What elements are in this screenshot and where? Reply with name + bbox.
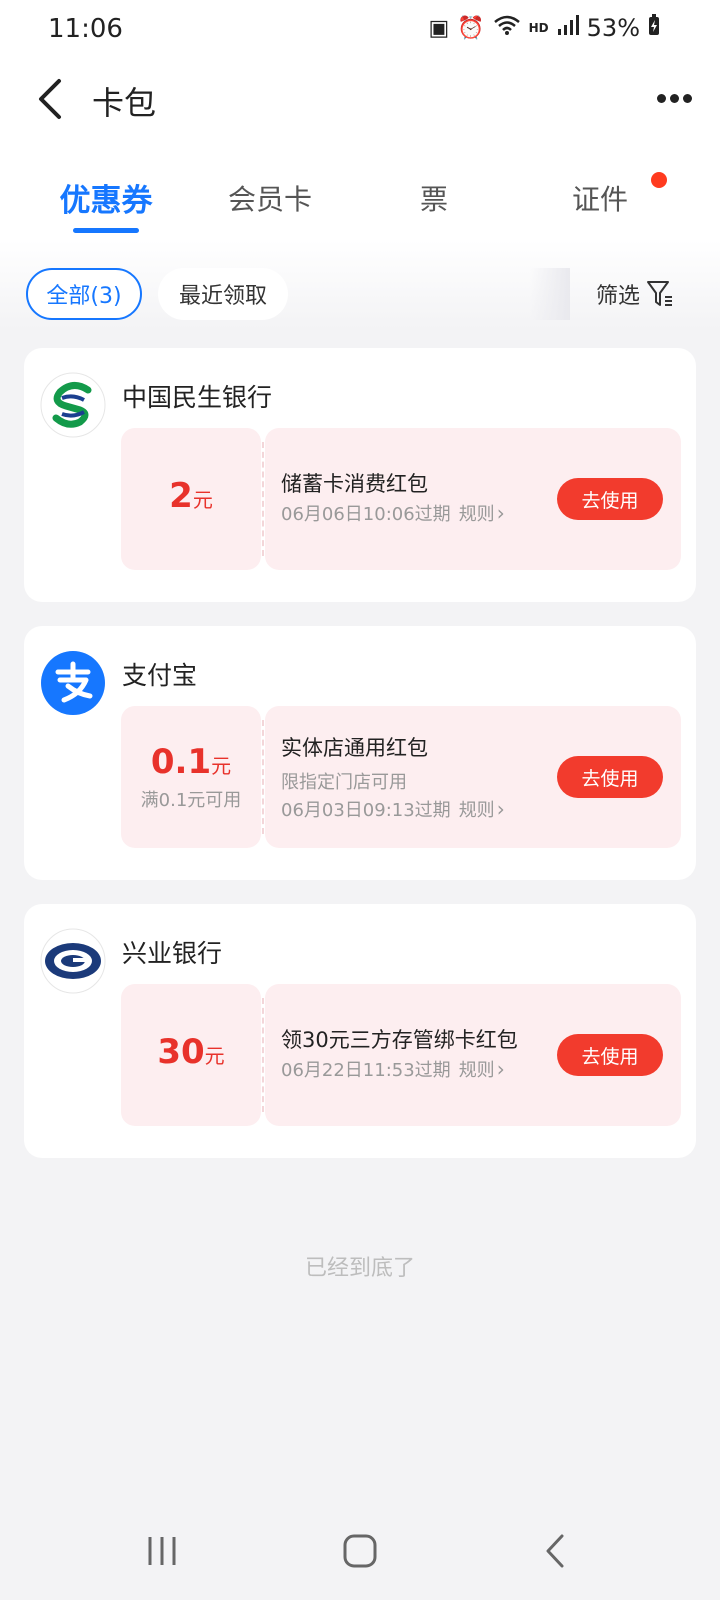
coupon-title: 储蓄卡消费红包 [281,472,428,496]
amount-unit: 元 [211,754,232,778]
use-button[interactable]: 去使用 [557,478,663,520]
tab-bar: 优惠券 会员卡 票 证件 [0,168,720,240]
back-button[interactable] [28,74,72,124]
rule-link[interactable]: 规则 [459,800,495,821]
coupon-info-area: 领30元三方存管绑卡红包 06月22日11:53过期 规则 › 去使用 [265,984,681,1126]
coupon-title: 实体店通用红包 [281,736,428,760]
system-back-icon [546,1534,564,1568]
coupon-ticket: 0.1元 满0.1元可用 实体店通用红包 限指定门店可用 06月03日09:13… [121,706,681,848]
signal-icon [557,14,579,42]
battery-saver-icon: ▣ [428,15,450,41]
coupon-expire: 06月06日10:06过期 规则 › [281,500,505,526]
expire-text: 06月06日10:06过期 [281,504,451,525]
coupon-amount: 2元 [121,476,261,516]
cmbc-logo-icon [40,372,106,438]
coupon-card[interactable]: 中国民生银行 2元 储蓄卡消费红包 06月06日10:06过期 规则 › 去使用 [24,348,696,602]
amount-unit: 元 [192,488,213,512]
tab-coupons[interactable]: 优惠券 [36,175,176,220]
filter-button[interactable]: 筛选 [596,270,674,318]
coupon-amount-area: 0.1元 满0.1元可用 [121,706,261,848]
page-title: 卡包 [92,84,157,122]
more-dot-icon [669,93,679,103]
wifi-icon [493,14,521,42]
tab-certificates[interactable]: 证件 [530,178,670,218]
coupon-expire: 06月22日11:53过期 规则 › [281,1056,505,1082]
rule-link[interactable]: 规则 [459,1060,495,1081]
rule-link[interactable]: 规则 [459,504,495,525]
amount-unit: 元 [204,1044,225,1068]
tab-tickets[interactable]: 票 [364,178,504,218]
filter-chip-recent[interactable]: 最近领取 [158,268,288,320]
amount-value: 30 [157,1032,205,1072]
coupon-divider [262,998,264,1112]
coupon-ticket: 30元 领30元三方存管绑卡红包 06月22日11:53过期 规则 › 去使用 [121,984,681,1126]
filter-chip-all[interactable]: 全部(3) [26,268,142,320]
use-button[interactable]: 去使用 [557,756,663,798]
coupon-subtitle: 限指定门店可用 [281,772,407,793]
more-dot-icon [682,93,692,103]
active-tab-indicator [73,228,139,233]
alipay-logo-icon [40,650,106,716]
use-button[interactable]: 去使用 [557,1034,663,1076]
more-dot-icon [656,93,666,103]
header: 卡包 [0,64,720,136]
status-time: 11:06 [48,14,123,44]
filter-funnel-icon [647,281,673,306]
home-icon [343,1534,377,1568]
coupon-amount: 30元 [121,1032,261,1072]
recent-apps-icon [148,1537,176,1565]
coupon-card[interactable]: 支付宝 0.1元 满0.1元可用 实体店通用红包 限指定门店可用 06月03日0… [24,626,696,880]
chevron-right-icon: › [496,797,505,821]
recent-apps-button[interactable] [132,1526,192,1576]
network-type-label: HD [528,21,549,35]
issuer-name: 中国民生银行 [122,383,273,412]
chevron-right-icon: › [496,501,505,525]
coupon-amount-area: 30元 [121,984,261,1126]
issuer-name: 兴业银行 [122,939,223,968]
filter-row: 全部(3) 最近领取 筛选 [0,264,720,320]
status-bar: 11:06 ▣ ⏰ HD 53% [0,0,720,64]
coupon-divider [262,442,264,556]
end-of-list-text: 已经到底了 [304,1256,415,1281]
tab-membership-cards[interactable]: 会员卡 [200,178,340,218]
coupon-expire: 06月03日09:13过期 规则 › [281,796,505,822]
coupon-card[interactable]: 兴业银行 30元 领30元三方存管绑卡红包 06月22日11:53过期 规则 › 去… [24,904,696,1158]
battery-percent: 53% [586,14,640,42]
system-nav-bar [0,1500,720,1600]
issuer-name: 支付宝 [122,661,198,690]
home-button[interactable] [330,1526,390,1576]
scroll-fade [530,268,570,320]
more-options-button[interactable] [650,78,698,118]
status-icons: ▣ ⏰ HD 53% [428,14,660,42]
coupon-condition: 满0.1元可用 [140,790,242,811]
expire-text: 06月03日09:13过期 [281,800,451,821]
battery-charging-icon [648,14,660,42]
coupon-ticket: 2元 储蓄卡消费红包 06月06日10:06过期 规则 › 去使用 [121,428,681,570]
amount-value: 2 [169,476,193,516]
coupon-title: 领30元三方存管绑卡红包 [281,1028,518,1052]
expire-text: 06月22日11:53过期 [281,1060,451,1081]
filter-label: 筛选 [596,284,641,309]
system-back-button[interactable] [526,1526,586,1576]
alarm-icon: ⏰ [457,15,485,41]
amount-value: 0.1 [150,742,212,782]
coupon-divider [262,720,264,834]
chevron-right-icon: › [496,1057,505,1081]
cib-logo-icon [40,928,106,994]
coupon-info-area: 储蓄卡消费红包 06月06日10:06过期 规则 › 去使用 [265,428,681,570]
coupon-amount-area: 2元 [121,428,261,570]
notification-dot [651,172,667,188]
coupon-amount: 0.1元 [121,742,261,782]
coupon-info-area: 实体店通用红包 限指定门店可用 06月03日09:13过期 规则 › 去使用 [265,706,681,848]
back-arrow-icon [39,79,61,119]
